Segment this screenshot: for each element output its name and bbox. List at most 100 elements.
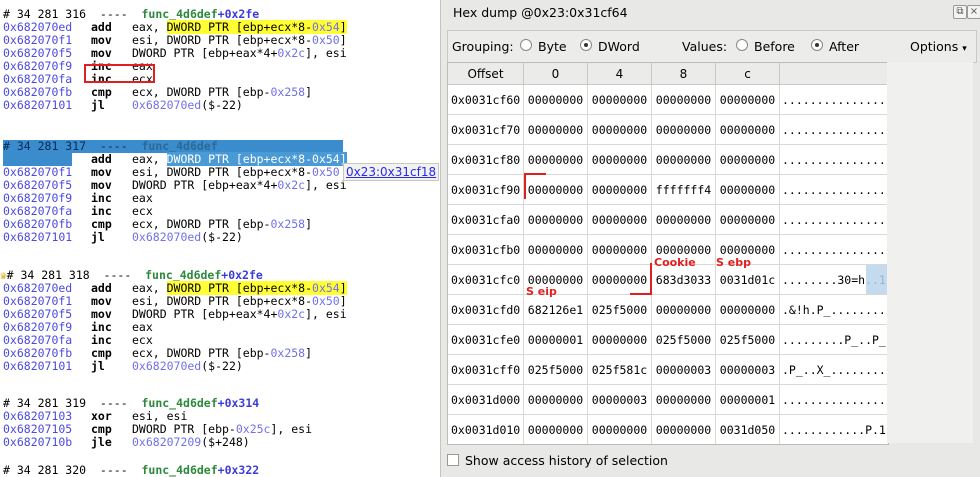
- function-name[interactable]: func_4d6def: [141, 463, 217, 477]
- hex-dword-cell[interactable]: 00000000: [588, 235, 652, 265]
- hex-dword-cell[interactable]: 00000000: [588, 85, 652, 115]
- hex-dword-cell[interactable]: 025f5000: [588, 295, 652, 325]
- hex-dword-cell[interactable]: 00000000: [588, 175, 652, 205]
- hex-dword-cell[interactable]: 00000000: [524, 85, 588, 115]
- ascii-cell[interactable]: ................: [780, 235, 888, 265]
- hex-dword-cell[interactable]: 00000000: [524, 145, 588, 175]
- hex-dword-cell[interactable]: 00000003: [588, 385, 652, 415]
- function-name[interactable]: func_4d6def: [141, 139, 217, 153]
- grouping-byte-label[interactable]: Byte: [538, 39, 567, 54]
- disasm-line[interactable]: 0x68207101 jl 0x682070ed($-22): [3, 231, 435, 244]
- hex-dword-cell[interactable]: 025f5000: [524, 355, 588, 385]
- instruction-address[interactable]: 0x682070fa: [3, 204, 72, 218]
- row-offset[interactable]: 0x0031d000: [448, 385, 524, 415]
- grouping-byte-radio[interactable]: [520, 39, 532, 51]
- hex-dword-cell[interactable]: 00000000: [716, 175, 780, 205]
- hex-dword-cell[interactable]: 00000000: [588, 415, 652, 444]
- float-window-button[interactable]: ⧉: [953, 5, 967, 19]
- column-header-8[interactable]: 8: [652, 63, 716, 85]
- grouping-dword-radio[interactable]: [580, 39, 592, 51]
- row-offset[interactable]: 0x0031cfa0: [448, 205, 524, 235]
- hex-dword-cell[interactable]: 0031d01c: [716, 265, 780, 295]
- hex-dword-cell[interactable]: 00000000: [588, 145, 652, 175]
- instruction-address[interactable]: 0x682070f5: [3, 178, 72, 192]
- instruction-address[interactable]: 0x682070f9: [3, 320, 72, 334]
- ascii-cell[interactable]: .P_..X_.........: [780, 355, 888, 385]
- instruction-address[interactable]: 0x68207105: [3, 422, 72, 436]
- row-offset[interactable]: 0x0031cf60: [448, 85, 524, 115]
- disasm-line[interactable]: 0x68207101 jl 0x682070ed($-22): [3, 360, 435, 373]
- hex-dword-cell[interactable]: 00000000: [716, 205, 780, 235]
- values-before-label[interactable]: Before: [754, 39, 795, 54]
- hex-dword-cell[interactable]: 0031d050: [716, 415, 780, 444]
- hex-dword-cell[interactable]: 00000000: [588, 205, 652, 235]
- grouping-dword-label[interactable]: DWord: [598, 39, 640, 54]
- hex-dword-cell[interactable]: 00000000: [524, 115, 588, 145]
- hex-dword-cell[interactable]: 00000000: [588, 325, 652, 355]
- hex-dword-cell[interactable]: 025f581c: [588, 355, 652, 385]
- hex-dword-cell[interactable]: 00000000: [652, 85, 716, 115]
- hex-dword-cell[interactable]: 00000000: [716, 85, 780, 115]
- instruction-address[interactable]: 0x6820710b: [3, 435, 72, 449]
- close-window-button[interactable]: ×: [967, 5, 980, 19]
- row-offset[interactable]: 0x0031cfb0: [448, 235, 524, 265]
- hex-dword-cell[interactable]: 025f5000: [716, 325, 780, 355]
- instruction-address[interactable]: 0x682070fb: [3, 346, 72, 360]
- instruction-address[interactable]: 0x682070ed: [3, 152, 73, 166]
- values-after-radio[interactable]: [811, 39, 823, 51]
- hex-dword-cell[interactable]: 00000000: [716, 145, 780, 175]
- ascii-cell[interactable]: ........30=h..1.: [780, 265, 888, 295]
- tooltip-address-link[interactable]: 0x23:0x31cf18: [343, 163, 440, 181]
- hex-dword-cell[interactable]: 682126e1: [524, 295, 588, 325]
- ascii-cell[interactable]: ................: [780, 205, 888, 235]
- ascii-cell[interactable]: ................: [780, 385, 888, 415]
- ascii-cell[interactable]: ................: [780, 85, 888, 115]
- row-offset[interactable]: 0x0031cff0: [448, 355, 524, 385]
- hex-dword-cell[interactable]: 00000003: [652, 355, 716, 385]
- hex-dword-cell[interactable]: 00000000: [652, 115, 716, 145]
- row-offset[interactable]: 0x0031cfc0: [448, 265, 524, 295]
- column-header-offset[interactable]: Offset: [448, 63, 524, 85]
- hex-dword-cell[interactable]: 00000000: [588, 115, 652, 145]
- hex-dword-cell[interactable]: fffffff4: [652, 175, 716, 205]
- instruction-address[interactable]: 0x68207101: [3, 98, 72, 112]
- instruction-address[interactable]: 0x68207101: [3, 359, 72, 373]
- ascii-cell[interactable]: .........P_..P_.: [780, 325, 888, 355]
- instruction-address[interactable]: 0x682070fa: [3, 72, 72, 86]
- row-offset[interactable]: 0x0031cfe0: [448, 325, 524, 355]
- hex-dword-cell[interactable]: 00000001: [524, 325, 588, 355]
- ascii-cell[interactable]: ................: [780, 145, 888, 175]
- disasm-line[interactable]: 0x68207101 jl 0x682070ed($-22): [3, 99, 435, 112]
- instruction-address[interactable]: 0x682070f1: [3, 165, 72, 179]
- function-name[interactable]: func_4d6def: [145, 268, 221, 282]
- options-menu-button[interactable]: Options ▾: [910, 39, 967, 54]
- hex-dword-cell[interactable]: 00000000: [524, 205, 588, 235]
- hex-dword-cell[interactable]: 00000000: [588, 265, 652, 295]
- function-name[interactable]: func_4d6def: [141, 7, 217, 21]
- instruction-address[interactable]: 0x682070ed: [3, 281, 72, 295]
- hex-dword-cell[interactable]: 00000000: [652, 295, 716, 325]
- hex-dword-cell[interactable]: 00000000: [524, 385, 588, 415]
- row-offset[interactable]: 0x0031cf70: [448, 115, 524, 145]
- ascii-cell[interactable]: ................: [780, 175, 888, 205]
- show-history-checkbox[interactable]: [447, 454, 459, 466]
- hex-dword-cell[interactable]: 00000001: [716, 385, 780, 415]
- instruction-address[interactable]: 0x682070ed: [3, 20, 72, 34]
- ascii-cell[interactable]: .&!h.P_.........: [780, 295, 888, 325]
- instruction-address[interactable]: 0x682070f9: [3, 59, 72, 73]
- instruction-address[interactable]: 0x682070f9: [3, 191, 72, 205]
- instruction-address[interactable]: 0x682070f1: [3, 294, 72, 308]
- hex-dword-cell[interactable]: 00000000: [652, 415, 716, 444]
- instruction-address[interactable]: 0x682070f1: [3, 33, 72, 47]
- hex-dword-cell[interactable]: 00000000: [716, 115, 780, 145]
- hex-dword-cell[interactable]: 00000003: [716, 355, 780, 385]
- column-header-0[interactable]: 0: [524, 63, 588, 85]
- values-before-radio[interactable]: [736, 39, 748, 51]
- column-header-4[interactable]: 4: [588, 63, 652, 85]
- ascii-cell[interactable]: ................: [780, 115, 888, 145]
- row-offset[interactable]: 0x0031cf90: [448, 175, 524, 205]
- hex-dword-cell[interactable]: 00000000: [524, 415, 588, 444]
- instruction-address[interactable]: 0x68207101: [3, 230, 72, 244]
- instruction-address[interactable]: 0x682070fb: [3, 217, 72, 231]
- show-history-label[interactable]: Show access history of selection: [465, 453, 668, 468]
